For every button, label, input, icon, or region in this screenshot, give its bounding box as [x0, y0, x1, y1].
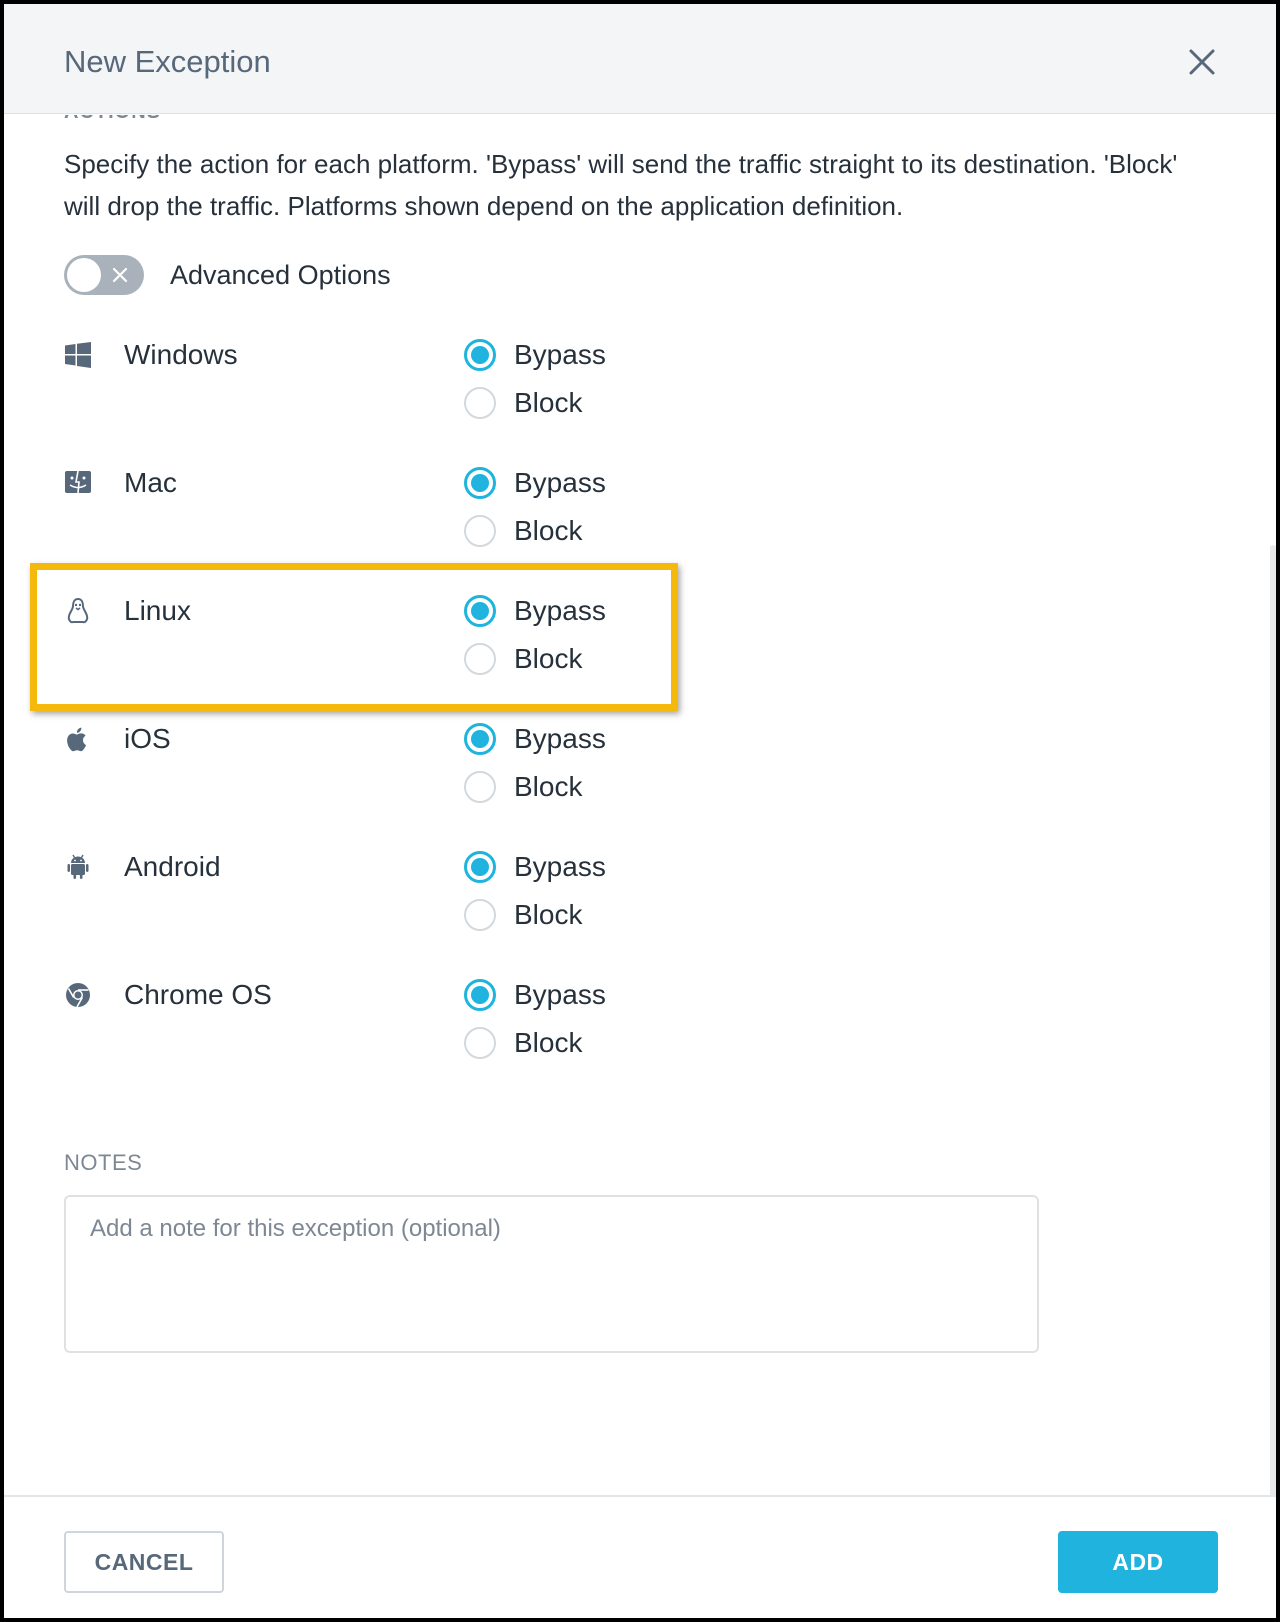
- advanced-options-label: Advanced Options: [170, 260, 391, 290]
- option-label: Bypass: [514, 723, 606, 754]
- option-label: Bypass: [514, 851, 606, 882]
- toggle-off-x-icon: [112, 267, 128, 283]
- ios-block-radio[interactable]: [464, 771, 496, 803]
- option-label: Block: [514, 1027, 583, 1058]
- chrome-os-block-option[interactable]: Block: [464, 1023, 644, 1063]
- windows-bypass-option[interactable]: Bypass: [464, 335, 644, 375]
- option-label: Bypass: [514, 467, 606, 498]
- chrome-icon: [66, 983, 90, 1008]
- notes-label: NOTES: [64, 1150, 143, 1175]
- dialog-header: New Exception: [4, 4, 1276, 114]
- option-label: Block: [514, 387, 583, 418]
- chrome-os-block-radio[interactable]: [464, 1027, 496, 1059]
- platform-row-windows: Windows Bypass Block: [64, 335, 664, 445]
- windows-block-radio[interactable]: [464, 387, 496, 419]
- option-label: Bypass: [514, 979, 606, 1010]
- dialog-title: New Exception: [64, 44, 271, 79]
- platform-row-chrome-os: Chrome OS Bypass Block: [64, 975, 664, 1085]
- scrollbar[interactable]: [1270, 545, 1276, 1495]
- actions-heading: ACTIONS: [64, 115, 161, 124]
- notes-textarea[interactable]: [64, 1195, 1039, 1353]
- mac-bypass-option[interactable]: Bypass: [464, 463, 644, 503]
- ios-bypass-radio[interactable]: [464, 723, 496, 755]
- mac-finder-icon: [65, 470, 91, 494]
- apple-icon: [67, 727, 86, 752]
- ios-bypass-option[interactable]: Bypass: [464, 719, 644, 759]
- platform-name-mac: Mac: [124, 467, 177, 498]
- platform-row-android: Android Bypass Block: [64, 847, 664, 957]
- chrome-os-bypass-option[interactable]: Bypass: [464, 975, 644, 1015]
- option-label: Block: [514, 771, 583, 802]
- option-label: Block: [514, 515, 583, 546]
- close-icon: [1189, 49, 1215, 75]
- new-exception-dialog: New Exception ACTIONS Specify the action…: [0, 0, 1280, 1622]
- platform-row-mac: Mac Bypass Block: [64, 463, 664, 573]
- advanced-options-toggle[interactable]: [64, 255, 144, 295]
- linux-highlight-box: [30, 563, 678, 711]
- android-bypass-radio[interactable]: [464, 851, 496, 883]
- platform-name-chrome-os: Chrome OS: [124, 979, 272, 1010]
- mac-block-radio[interactable]: [464, 515, 496, 547]
- platform-name-android: Android: [124, 851, 221, 882]
- actions-description: Specify the action for each platform. 'B…: [64, 149, 1178, 221]
- windows-bypass-radio[interactable]: [464, 339, 496, 371]
- mac-bypass-radio[interactable]: [464, 467, 496, 499]
- chrome-os-bypass-radio[interactable]: [464, 979, 496, 1011]
- android-block-option[interactable]: Block: [464, 895, 644, 935]
- platform-name-ios: iOS: [124, 723, 171, 754]
- mac-block-option[interactable]: Block: [464, 511, 644, 551]
- platform-name-windows: Windows: [124, 339, 238, 370]
- cancel-button[interactable]: CANCEL: [64, 1531, 224, 1593]
- dialog-footer: CANCEL ADD: [4, 1495, 1276, 1618]
- platform-row-ios: iOS Bypass Block: [64, 719, 664, 829]
- ios-block-option[interactable]: Block: [464, 767, 644, 807]
- close-button[interactable]: [1184, 44, 1220, 80]
- android-bypass-option[interactable]: Bypass: [464, 847, 644, 887]
- toggle-knob: [67, 258, 101, 292]
- add-button[interactable]: ADD: [1058, 1531, 1218, 1593]
- android-block-radio[interactable]: [464, 899, 496, 931]
- dialog-body: ACTIONS Specify the action for each plat…: [4, 115, 1276, 1495]
- option-label: Block: [514, 899, 583, 930]
- option-label: Bypass: [514, 339, 606, 370]
- android-icon: [67, 854, 89, 879]
- windows-icon: [65, 342, 91, 368]
- windows-block-option[interactable]: Block: [464, 383, 644, 423]
